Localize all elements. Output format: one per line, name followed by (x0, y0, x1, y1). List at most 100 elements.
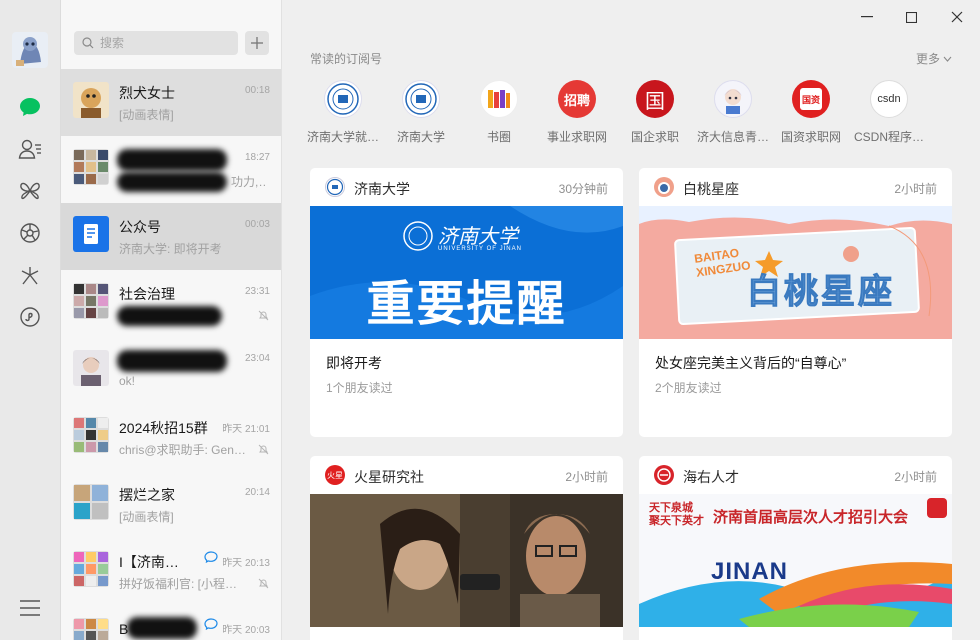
chat-time: 23:31 (244, 286, 270, 297)
more-label: 更多 (915, 52, 940, 66)
chat-item[interactable]: I【济南… 昨天 20:13 拼好饭福利官: [小程… (61, 538, 281, 605)
subscription-row: 济南大学就… 济南大学 书圈 招聘 事业求职网 国 国企求职 济大信息青… 国资… (304, 80, 964, 145)
mute-icon (258, 310, 269, 321)
card-time: 2小时前 (894, 470, 937, 484)
group-avatar (73, 618, 109, 640)
subscription-item[interactable]: 国资 国资求职网 (772, 80, 850, 145)
mute-icon (258, 444, 269, 455)
subscription-item[interactable]: 济大信息青… (694, 80, 772, 145)
chat-item-official-accounts[interactable]: 公众号 00:03 济南大学: 即将开考 (61, 203, 281, 270)
chat-item[interactable]: 23:04 ok! (61, 337, 281, 404)
card-account-name: 海右人才 (683, 469, 739, 485)
article-card[interactable]: 白桃星座 2小时前 BAITAO XINGZUO 白桃星座 处女座完美主义背后的“… (639, 168, 952, 437)
article-card[interactable]: 火星 火星研究社 2小时前 (310, 456, 623, 640)
more-link[interactable]: 更多 (916, 50, 952, 67)
search-icon (82, 37, 94, 49)
ujn-english-name: UNIVERSITY OF JINAN (438, 246, 522, 252)
chat-icon[interactable] (17, 94, 43, 120)
soe-logo: 国 (636, 80, 674, 118)
subscription-item[interactable]: 书圈 (460, 80, 538, 145)
close-button[interactable] (946, 8, 968, 26)
banner-slogan2: 聚天下英才 (649, 515, 704, 527)
chat-time: 昨天 20:03 (222, 625, 270, 636)
chat-item[interactable]: 2024秋招15群 昨天 21:01 chris@求职助手: Gen… (61, 404, 281, 471)
moments-icon[interactable] (17, 220, 43, 246)
chat-name: 社会治理 (119, 286, 175, 302)
plus-icon (251, 37, 263, 49)
menu-icon[interactable] (18, 596, 42, 620)
chat-preview: [动画表情] (119, 108, 174, 122)
book-circle-icon (480, 80, 518, 118)
chat-preview: 拼好饭福利官: [小程… (119, 577, 238, 591)
mention-icon (204, 618, 218, 630)
article-card[interactable]: 济南大学 30分钟前 济南大学 UNIVERSITY OF JINAN 重要提醒… (310, 168, 623, 437)
subscription-item[interactable]: 济南大学就… (304, 80, 382, 145)
chat-time: 昨天 21:01 (222, 424, 270, 435)
card-account-name: 济南大学 (354, 181, 410, 197)
subscription-label: 事业求职网 (546, 130, 607, 144)
chat-time: 00:18 (244, 85, 270, 96)
group-avatar (73, 417, 109, 453)
maximize-button[interactable] (900, 8, 922, 26)
close-icon (951, 11, 963, 23)
mention-icon (204, 551, 218, 563)
subscription-label: 国资求职网 (780, 130, 841, 144)
mini-programs-icon[interactable] (17, 304, 43, 330)
chevron-down-icon (943, 56, 952, 62)
chat-item[interactable]: 18:27 功力,… (61, 136, 281, 203)
subscription-label: 济南大学 (396, 130, 445, 144)
search-box[interactable] (74, 31, 238, 55)
channels-icon[interactable] (17, 262, 43, 288)
state-assets-logo: 国资 (792, 80, 830, 118)
redacted-preview (117, 306, 222, 326)
subscription-item[interactable]: 招聘 事业求职网 (538, 80, 616, 145)
chat-name: 烈犬女士 (119, 85, 175, 101)
my-avatar[interactable] (12, 32, 48, 68)
banner-headline: 济南首届高层次人才招引大会 (713, 509, 909, 526)
chat-time: 20:14 (244, 487, 270, 498)
chat-item[interactable]: 烈犬女士 00:18 [动画表情] (61, 69, 281, 136)
chat-name: I【济南… (119, 554, 179, 570)
subscription-label: 国企求职 (630, 130, 679, 144)
banner-headline: 白桃星座 (747, 273, 895, 312)
ujn-emblem-icon (402, 80, 440, 118)
ujn-emblem-icon (325, 177, 345, 197)
redacted-name (127, 617, 197, 639)
chat-item[interactable]: 摆烂之家 20:14 [动画表情] (61, 471, 281, 538)
subscription-item[interactable]: 济南大学 (382, 80, 460, 145)
card-time: 2小时前 (565, 470, 608, 484)
card-title: 处女座完美主义背后的“自尊心” (655, 355, 847, 371)
subscription-item[interactable]: csdn CSDN程序… (850, 80, 928, 145)
contacts-icon[interactable] (17, 136, 43, 162)
official-accounts-panel: 常读的订阅号 更多 济南大学就… 济南大学 书圈 招聘 事业求职网 国 国企求职… (282, 0, 980, 640)
peach-logo-icon (654, 177, 674, 197)
recruit-logo: 招聘 (558, 80, 596, 118)
ujn-wordmark: 济南大学 (438, 224, 518, 248)
chat-name: 公众号 (119, 219, 161, 235)
frequent-accounts-label: 常读的订阅号 (310, 52, 383, 66)
group-avatar (73, 283, 109, 319)
subscription-item[interactable]: 国 国企求职 (616, 80, 694, 145)
favorites-icon[interactable] (17, 178, 43, 204)
chat-item[interactable]: 社会治理 23:31 (61, 270, 281, 337)
search-input[interactable] (100, 36, 230, 50)
mute-icon (258, 578, 269, 589)
card-readers: 2个朋友读过 (655, 381, 722, 395)
mars-logo: 火星 (325, 465, 345, 485)
article-card[interactable]: 海右人才 2小时前 天下泉城 聚天下英才 济南首届高层次人才招引大会 JINAN (639, 456, 952, 640)
redacted-name (117, 350, 227, 372)
nav-rail (0, 0, 61, 640)
card-cover-image: BAITAO XINGZUO 白桃星座 (639, 206, 952, 339)
add-button[interactable] (245, 31, 269, 55)
official-accounts-avatar (73, 216, 109, 252)
anime-avatar-icon (714, 80, 752, 118)
group-avatar (73, 149, 109, 185)
chat-item[interactable]: B【行… 昨天 20:03 (61, 605, 281, 640)
chat-preview: ok! (119, 374, 136, 388)
chat-time: 23:04 (244, 353, 270, 364)
chat-time: 18:27 (244, 152, 270, 163)
redacted-name (117, 149, 227, 171)
minimize-button[interactable] (856, 8, 878, 26)
chat-time: 昨天 20:13 (222, 558, 270, 569)
chat-preview: [动画表情] (119, 510, 174, 524)
